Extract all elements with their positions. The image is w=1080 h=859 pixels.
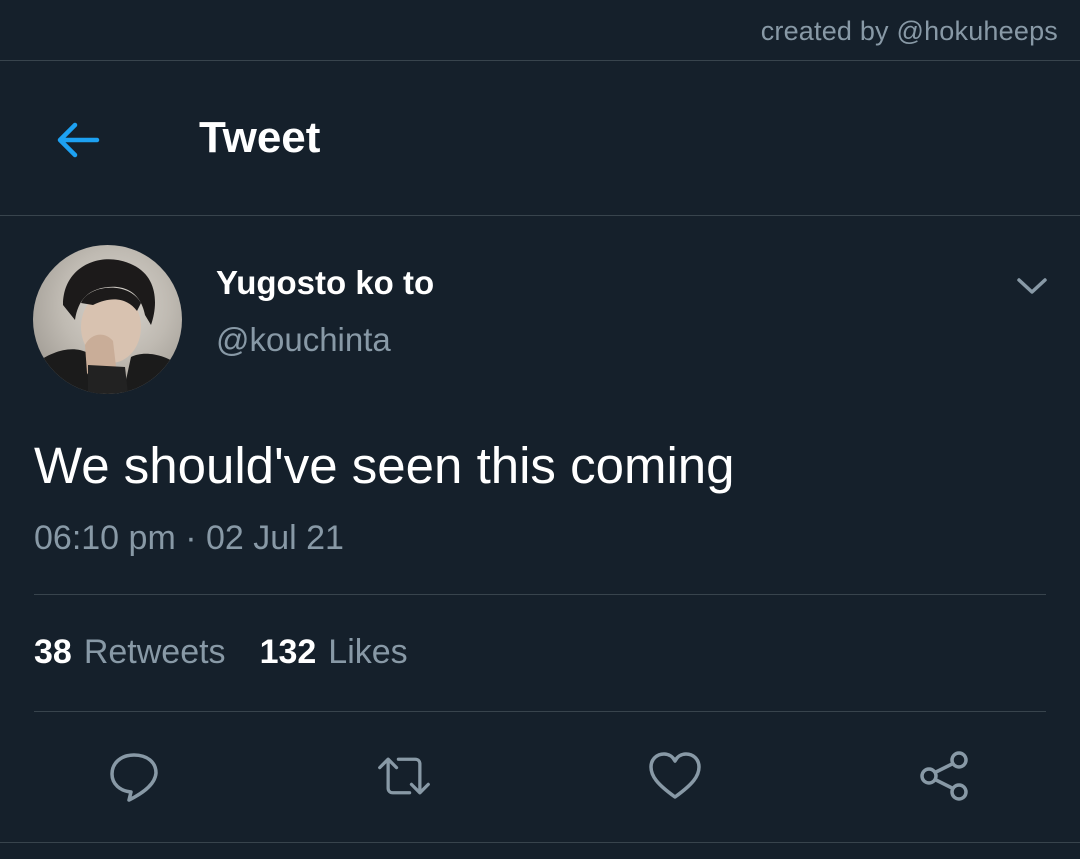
page-title: Tweet — [199, 113, 321, 162]
divider — [0, 842, 1080, 843]
divider — [34, 711, 1046, 712]
user-handle[interactable]: @kouchinta — [216, 321, 391, 359]
retweets-stat[interactable]: 38 Retweets — [34, 633, 226, 672]
chevron-down-icon — [1017, 278, 1047, 294]
likes-stat[interactable]: 132 Likes — [260, 633, 408, 672]
divider — [0, 215, 1080, 216]
likes-count: 132 — [259, 633, 317, 671]
back-button[interactable] — [50, 112, 106, 168]
avatar-photo — [33, 259, 182, 394]
display-name[interactable]: Yugosto ko to — [216, 264, 434, 302]
reply-button[interactable] — [106, 748, 162, 804]
likes-label: Likes — [328, 633, 408, 671]
retweets-label: Retweets — [83, 633, 226, 671]
tweet-options-button[interactable] — [1010, 266, 1054, 306]
share-button[interactable] — [917, 748, 973, 804]
divider — [0, 60, 1080, 61]
heart-icon — [649, 752, 701, 799]
retweet-button[interactable] — [376, 748, 432, 804]
retweets-count: 38 — [34, 633, 72, 671]
like-button[interactable] — [647, 748, 703, 804]
reply-icon — [110, 753, 158, 802]
arrow-left-icon — [57, 122, 100, 158]
retweet-icon — [378, 757, 430, 795]
engagement-stats: 38 Retweets 132 Likes — [34, 633, 442, 672]
share-icon — [920, 751, 968, 801]
tweet-timestamp[interactable]: 06:10 pm · 02 Jul 21 — [34, 519, 344, 558]
watermark: created by @hokuheeps — [760, 16, 1058, 46]
tweet-text: We should've seen this coming — [34, 437, 735, 494]
divider — [34, 594, 1046, 595]
avatar[interactable] — [33, 245, 182, 394]
